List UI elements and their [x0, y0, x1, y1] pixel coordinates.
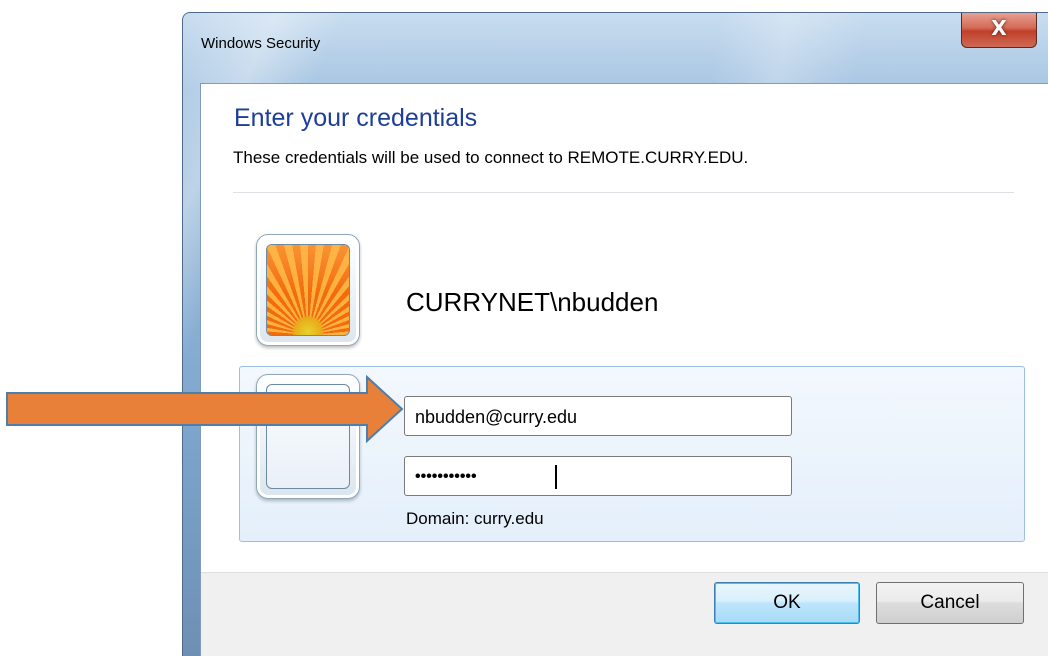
saved-user-tile[interactable] — [256, 234, 360, 346]
username-input[interactable]: nbudden@curry.edu — [404, 396, 792, 436]
close-button[interactable]: X — [961, 13, 1037, 48]
divider — [233, 192, 1014, 193]
windows-security-dialog: Windows Security X Enter your credential… — [182, 12, 1048, 656]
cancel-button[interactable]: Cancel — [876, 582, 1024, 624]
saved-user-name[interactable]: CURRYNET\nbudden — [406, 287, 658, 318]
dialog-heading: Enter your credentials — [234, 104, 478, 132]
username-value: nbudden@curry.edu — [415, 407, 578, 427]
flower-user-picture-icon — [266, 244, 350, 336]
password-value: ••••••••••• — [415, 468, 477, 485]
dialog-description: These credentials will be used to connec… — [233, 148, 749, 167]
blank-user-tile-icon — [256, 374, 360, 499]
window-title: Windows Security — [201, 35, 321, 52]
dialog-content: Enter your credentials These credentials… — [200, 83, 1048, 656]
password-input[interactable]: ••••••••••• — [404, 456, 792, 496]
domain-label: Domain: curry.edu — [406, 509, 544, 528]
close-icon: X — [991, 16, 1007, 40]
ok-button[interactable]: OK — [714, 582, 860, 624]
text-caret — [555, 465, 557, 489]
